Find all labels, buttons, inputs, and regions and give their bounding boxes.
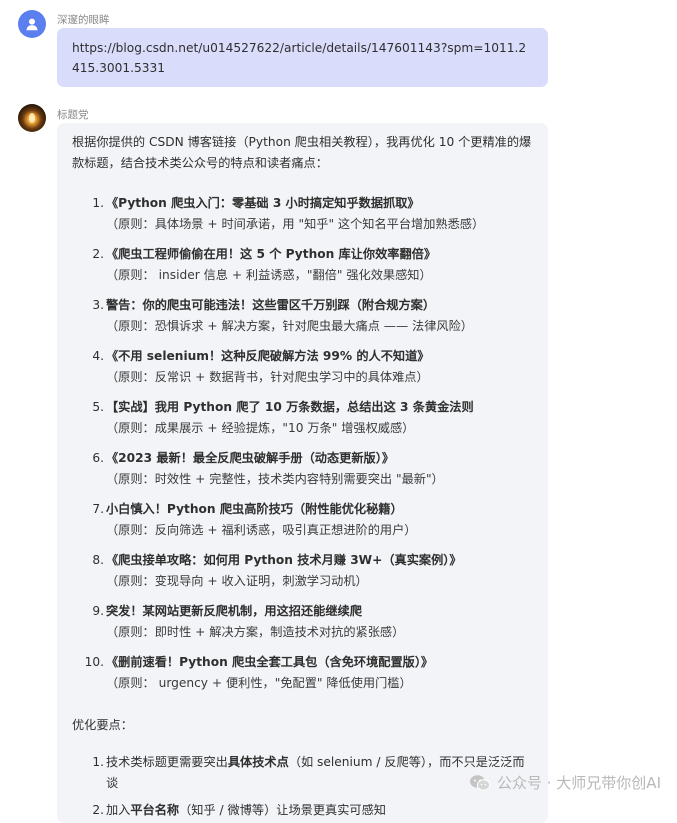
watermark-text: 公众号 · 大师兄带你创AI (497, 774, 661, 792)
wechat-icon (470, 774, 491, 791)
item-title: 【实战】我用 Python 爬了 10 万条数据，总结出这 3 条黄金法则 (106, 400, 474, 414)
user-icon (26, 18, 38, 31)
item-title: 《爬虫工程师偷偷在用！这 5 个 Python 库让你效率翻倍》 (106, 247, 437, 261)
title-list: 1. 《Python 爬虫入门：零基础 3 小时搞定知乎数据抓取》 （原则：具体场… (72, 193, 533, 694)
title-item: 10. 《删前速看！Python 爬虫全套工具包（含免环境配置版）》 （原则： u… (72, 652, 533, 694)
item-title: 《Python 爬虫入门：零基础 3 小时搞定知乎数据抓取》 (106, 196, 420, 210)
title-item: 8. 《爬虫接单攻略：如何用 Python 技术月赚 3W+（真实案例）》 （原则… (72, 550, 533, 592)
item-reason: （原则：时效性 + 完整性，技术类内容特别需要突出 "最新"） (106, 472, 444, 486)
user-message-bubble: https://blog.csdn.net/u014527622/article… (57, 28, 548, 87)
item-title: 小白慎入！Python 爬虫高阶技巧（附性能优化秘籍） (106, 502, 403, 516)
point-text: 加入平台名称（知乎 / 微博等）让场景更真实可感知 (106, 800, 533, 821)
item-title: 《爬虫接单攻略：如何用 Python 技术月赚 3W+（真实案例）》 (106, 553, 462, 567)
point-number: 2. (92, 803, 104, 817)
title-item: 5. 【实战】我用 Python 爬了 10 万条数据，总结出这 3 条黄金法则 … (72, 397, 533, 439)
point-text-pre: 加入 (106, 803, 131, 817)
item-title: 《不用 selenium！这种反爬破解方法 99% 的人不知道》 (106, 349, 430, 363)
bot-message-bubble: 根据你提供的 CSDN 博客链接（Python 爬虫相关教程），我再优化 10 … (57, 123, 548, 823)
item-title: 《删前速看！Python 爬虫全套工具包（含免环境配置版）》 (106, 655, 434, 669)
item-number: 7. (92, 502, 104, 516)
item-title: 警告：你的爬虫可能违法！这些雷区千万别踩（附合规方案） (106, 298, 436, 312)
title-item: 9. 突发！某网站更新反爬机制，用这招还能继续爬 （原则：即时性 + 解决方案，制… (72, 601, 533, 643)
item-reason: （原则：反常识 + 数据背书，针对爬虫学习中的具体难点） (106, 370, 429, 384)
item-reason: （原则： urgency + 便利性，"免配置" 降低使用门槛） (106, 676, 412, 690)
item-number: 1. (92, 196, 104, 210)
item-reason: （原则：具体场景 + 时间承诺，用 "知乎" 这个知名平台增加熟悉感） (106, 217, 485, 231)
watermark: 公众号 · 大师兄带你创AI (469, 772, 661, 793)
user-name: 深邃的眼眸 (57, 14, 110, 26)
title-item: 7. 小白慎入！Python 爬虫高阶技巧（附性能优化秘籍） （原则：反向筛选 +… (72, 499, 533, 541)
title-item: 3. 警告：你的爬虫可能违法！这些雷区千万别踩（附合规方案） （原则：恐惧诉求 +… (72, 295, 533, 337)
item-number: 5. (92, 400, 104, 414)
point-text-post: （知乎 / 微博等）让场景更真实可感知 (179, 803, 386, 817)
point-item: 2. 加入平台名称（知乎 / 微博等）让场景更真实可感知 (72, 800, 533, 821)
bot-intro: 根据你提供的 CSDN 博客链接（Python 爬虫相关教程），我再优化 10 … (72, 135, 532, 170)
item-reason: （原则：恐惧诉求 + 解决方案，针对爬虫最大痛点 —— 法律风险） (106, 319, 473, 333)
item-reason: （原则：即时性 + 解决方案，制造技术对抗的紧张感） (106, 625, 405, 639)
user-avatar[interactable] (18, 10, 46, 38)
item-number: 10. (84, 655, 104, 669)
item-number: 9. (92, 604, 104, 618)
item-number: 8. (92, 553, 104, 567)
point-item: 1. 技术类标题更需要突出具体技术点（如 selenium / 反爬等），而不只… (72, 752, 533, 794)
item-title: 《2023 最新！最全反爬虫破解手册（动态更新版）》 (106, 451, 395, 465)
item-title: 突发！某网站更新反爬机制，用这招还能继续爬 (106, 604, 362, 618)
item-reason: （原则：反向筛选 + 福利诱惑，吸引真正想进阶的用户） (106, 523, 417, 537)
item-number: 2. (92, 247, 104, 261)
point-number: 1. (92, 755, 104, 769)
bot-name: 标题党 (57, 109, 89, 121)
title-item: 1. 《Python 爬虫入门：零基础 3 小时搞定知乎数据抓取》 （原则：具体场… (72, 193, 533, 235)
item-reason: （原则：成果展示 + 经验提炼，"10 万条" 增强权威感） (106, 421, 415, 435)
point-text-bold: 平台名称 (130, 803, 180, 817)
item-number: 6. (92, 451, 104, 465)
point-text-pre: 技术类标题更需要突出 (106, 755, 228, 769)
title-item: 6. 《2023 最新！最全反爬虫破解手册（动态更新版）》 （原则：时效性 + 完… (72, 448, 533, 490)
title-item: 2. 《爬虫工程师偷偷在用！这 5 个 Python 库让你效率翻倍》 （原则： … (72, 244, 533, 286)
optimization-points: 1. 技术类标题更需要突出具体技术点（如 selenium / 反爬等），而不只… (72, 752, 533, 821)
item-number: 4. (92, 349, 104, 363)
item-reason: （原则： insider 信息 + 利益诱惑，"翻倍" 强化效果感知） (106, 268, 432, 282)
item-reason: （原则：变现导向 + 收入证明，刺激学习动机） (106, 574, 368, 588)
item-number: 3. (92, 298, 104, 312)
point-text-bold: 具体技术点 (227, 755, 289, 769)
title-item: 4. 《不用 selenium！这种反爬破解方法 99% 的人不知道》 （原则：反… (72, 346, 533, 388)
bot-avatar[interactable] (18, 104, 46, 132)
candle-flame-icon (28, 113, 36, 123)
optimization-heading: 优化要点： (72, 718, 133, 732)
